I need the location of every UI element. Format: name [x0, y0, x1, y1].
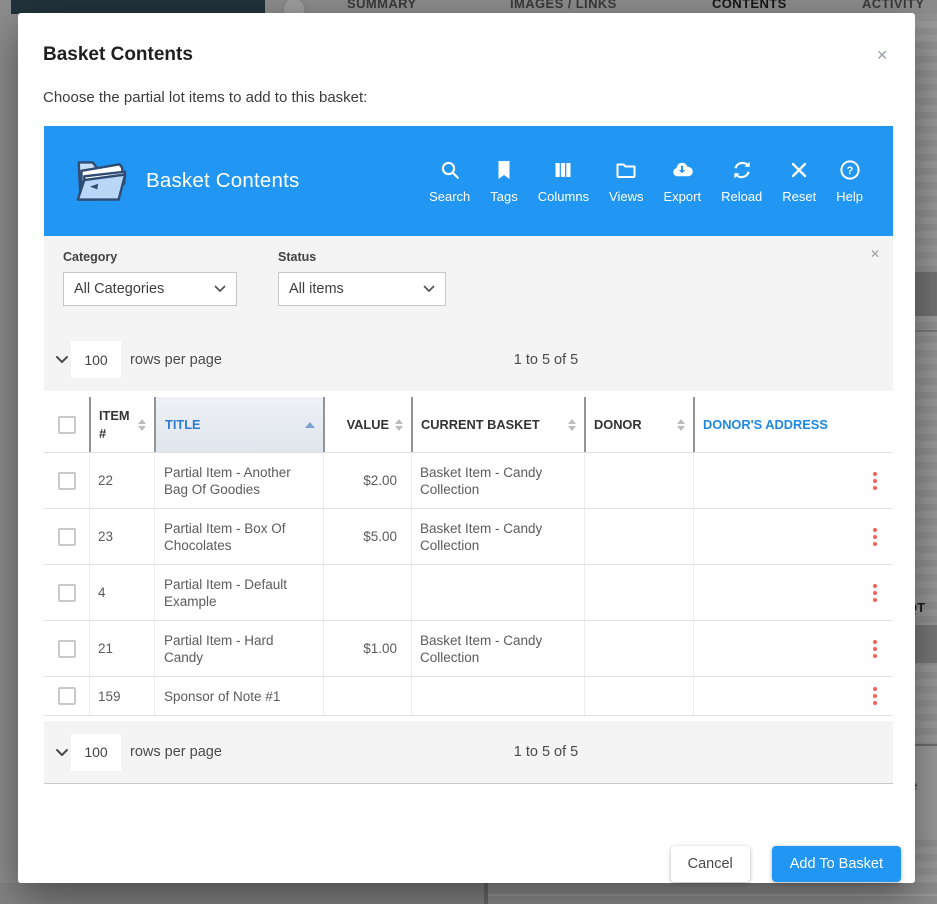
- row-actions-kebab-icon[interactable]: [871, 636, 879, 661]
- sort-icon: [138, 419, 146, 431]
- columns-icon: [551, 158, 575, 182]
- reload-icon: [730, 158, 754, 182]
- pagination-bottom: 100 rows per page 1 to 5 of 5: [44, 721, 893, 784]
- basket-contents-panel: Basket Contents Search Tags: [44, 126, 893, 784]
- row-actions-kebab-icon[interactable]: [871, 468, 879, 493]
- export-button[interactable]: Export: [654, 158, 712, 204]
- screen: SUMMARY IMAGES / LINKS CONTENTS ACTIVITY…: [0, 0, 937, 904]
- svg-text:?: ?: [846, 165, 853, 177]
- filters-dismiss-icon[interactable]: ✕: [870, 247, 880, 261]
- sort-icon: [677, 419, 685, 431]
- background-footer-area: [0, 883, 937, 904]
- row-checkbox[interactable]: [58, 687, 76, 705]
- row-range-label: 1 to 5 of 5: [514, 744, 579, 760]
- pagination-top: 100 rows per page 1 to 5 of 5: [44, 341, 893, 378]
- table-row: 159 Sponsor of Note #1: [44, 677, 893, 716]
- column-header-value[interactable]: VALUE: [323, 397, 411, 452]
- status-select[interactable]: All items: [278, 272, 446, 306]
- add-to-basket-button[interactable]: Add To Basket: [772, 846, 901, 882]
- chevron-down-icon: [423, 285, 435, 293]
- sort-icon: [568, 419, 576, 431]
- dialog-footer: Cancel Add To Basket: [18, 846, 915, 882]
- tab-images-links[interactable]: IMAGES / LINKS: [510, 0, 617, 11]
- column-header-title[interactable]: TITLE: [154, 397, 323, 452]
- columns-button[interactable]: Columns: [528, 158, 599, 204]
- panel-title: Basket Contents: [146, 169, 299, 193]
- rows-per-page-chevron-icon[interactable]: [55, 355, 69, 364]
- rows-per-page-label: rows per page: [130, 352, 222, 368]
- tags-button[interactable]: Tags: [480, 158, 527, 204]
- row-checkbox[interactable]: [58, 640, 76, 658]
- filters-area: ✕ Category All Categories Status All ite…: [44, 236, 893, 391]
- dialog-subtitle: Choose the partial lot items to add to t…: [18, 66, 915, 106]
- row-actions-kebab-icon[interactable]: [871, 580, 879, 605]
- background-header-bar: [11, 0, 265, 14]
- table-row: 4 Partial Item - Default Example: [44, 565, 893, 621]
- sort-icon: [395, 419, 403, 431]
- row-checkbox[interactable]: [58, 584, 76, 602]
- table-row: 23 Partial Item - Box Of Chocolates $5.0…: [44, 509, 893, 565]
- views-button[interactable]: Views: [599, 158, 653, 204]
- status-label: Status: [278, 250, 446, 264]
- tab-contents[interactable]: CONTENTS: [712, 0, 787, 11]
- reset-button[interactable]: Reset: [772, 158, 826, 204]
- dialog-title: Basket Contents: [18, 13, 915, 66]
- open-folder-icon: [70, 155, 132, 207]
- table-header-row: ITEM # TITLE VALUE CURRENT BASKET: [44, 397, 893, 453]
- rows-per-page-chevron-icon[interactable]: [55, 748, 69, 757]
- export-cloud-icon: [670, 158, 694, 182]
- chevron-down-icon: [214, 285, 226, 293]
- tab-activity[interactable]: ACTIVITY: [862, 0, 924, 11]
- column-header-donors-address[interactable]: DONOR'S ADDRESS: [693, 397, 893, 452]
- cancel-button[interactable]: Cancel: [671, 846, 750, 882]
- rows-per-page-value[interactable]: 100: [71, 341, 121, 378]
- basket-contents-dialog: Basket Contents ✕ Choose the partial lot…: [18, 13, 915, 883]
- panel-header: Basket Contents Search Tags: [44, 126, 893, 236]
- tags-icon: [492, 158, 516, 182]
- category-select[interactable]: All Categories: [63, 272, 237, 306]
- close-icon[interactable]: ✕: [876, 48, 888, 62]
- column-header-item-number[interactable]: ITEM #: [89, 397, 154, 452]
- tab-summary[interactable]: SUMMARY: [347, 0, 416, 11]
- column-header-current-basket[interactable]: CURRENT BASKET: [411, 397, 584, 452]
- sort-ascending-icon: [305, 422, 315, 428]
- category-label: Category: [63, 250, 237, 264]
- search-button[interactable]: Search: [419, 158, 480, 204]
- search-icon: [438, 158, 462, 182]
- row-actions-kebab-icon[interactable]: [871, 684, 879, 709]
- panel-toolbar: Search Tags Columns: [419, 158, 893, 204]
- help-icon: ?: [838, 158, 862, 182]
- row-actions-kebab-icon[interactable]: [871, 524, 879, 549]
- reload-button[interactable]: Reload: [711, 158, 772, 204]
- table-row: 22 Partial Item - Another Bag Of Goodies…: [44, 453, 893, 509]
- select-all-checkbox[interactable]: [58, 416, 76, 434]
- row-range-label: 1 to 5 of 5: [514, 352, 579, 368]
- rows-per-page-label: rows per page: [130, 744, 222, 760]
- reset-x-icon: [787, 158, 811, 182]
- column-header-donor[interactable]: DONOR: [584, 397, 693, 452]
- items-table: ITEM # TITLE VALUE CURRENT BASKET: [44, 397, 893, 716]
- help-button[interactable]: ? Help: [826, 158, 873, 204]
- rows-per-page-value[interactable]: 100: [71, 734, 121, 771]
- views-folder-icon: [614, 158, 638, 182]
- row-checkbox[interactable]: [58, 528, 76, 546]
- table-row: 21 Partial Item - Hard Candy $1.00 Baske…: [44, 621, 893, 677]
- row-checkbox[interactable]: [58, 472, 76, 490]
